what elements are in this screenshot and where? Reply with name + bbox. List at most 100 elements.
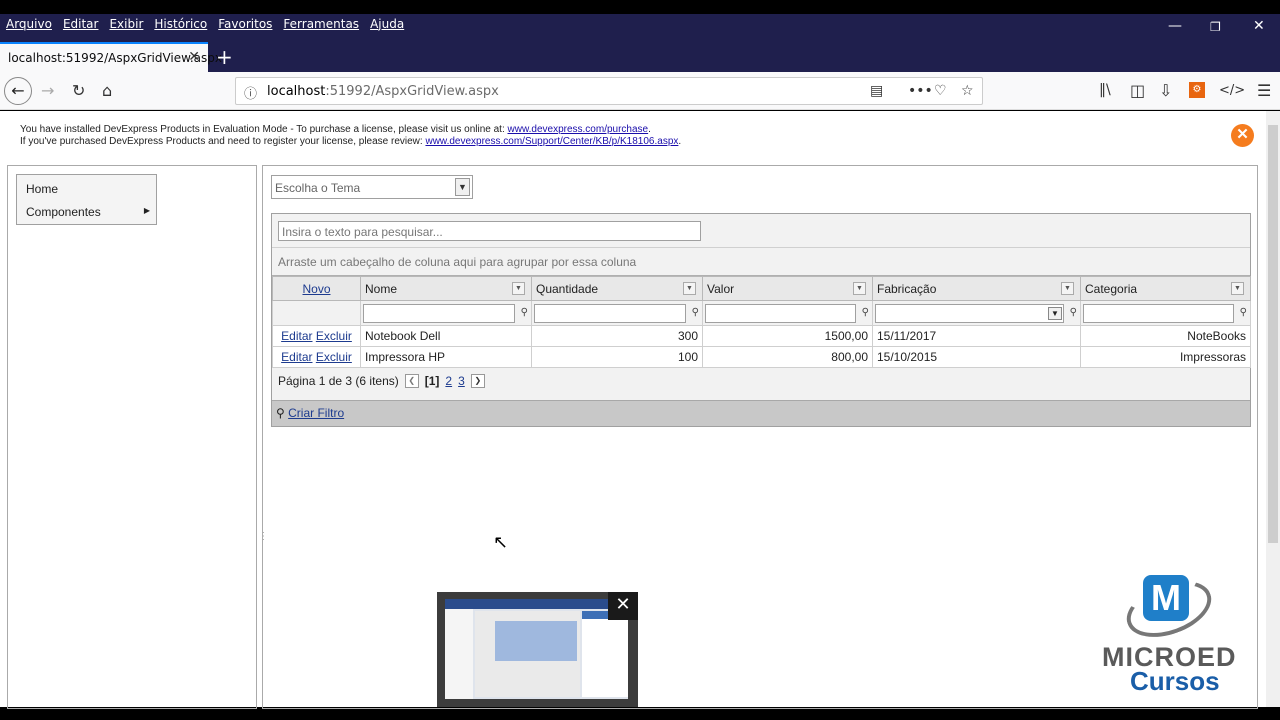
thumbnail-image [445,599,628,699]
cell-quantidade: 300 [531,325,703,347]
navigation-bar: ← → ↻ ⌂ ⓘ localhost:51992/AspxGridView.a… [0,72,1280,110]
reload-icon[interactable]: ↻ [72,81,85,100]
command-cell: Editar Excluir [272,325,361,347]
address-bar[interactable]: ⓘ localhost:51992/AspxGridView.aspx ▤ ••… [235,77,983,105]
browser-tab[interactable]: localhost:51992/AspxGridView.aspx ✕ [0,42,222,72]
vertical-scrollbar[interactable] [1266,111,1280,707]
preview-thumbnail[interactable]: ✕ [437,592,638,707]
menu-favoritos[interactable]: Favoritos [218,17,272,31]
header-filter-icon[interactable]: ▼ [683,282,696,295]
column-header-nome[interactable]: Nome ▼ [360,276,532,301]
delete-link[interactable]: Excluir [316,329,352,343]
downloads-icon[interactable]: ⇩ [1159,81,1172,100]
pager-summary: Página 1 de 3 (6 itens) [278,374,399,388]
command-cell: Editar Excluir [272,346,361,368]
edit-link[interactable]: Editar [281,350,312,364]
new-record-link[interactable]: Novo [302,282,330,296]
url-text: localhost:51992/AspxGridView.aspx [267,84,499,99]
column-header-categoria[interactable]: Categoria ▼ [1080,276,1251,301]
scrollbar-thumb[interactable] [1268,125,1278,543]
header-filter-icon[interactable]: ▼ [1061,282,1074,295]
filter-input-categoria[interactable] [1083,304,1234,323]
filter-icon[interactable]: ⚲ [862,307,869,318]
filter-cell: ⚲ [531,300,703,326]
menu-ferramentas[interactable]: Ferramentas [283,17,359,31]
support-link[interactable]: www.devexpress.com/Support/Center/KB/p/K… [425,136,678,147]
filter-cell: ⚲ [1080,300,1251,326]
header-filter-icon[interactable]: ▼ [512,282,525,295]
filter-icon[interactable]: ⚲ [1240,307,1247,318]
nav-menu: Home Componentes ▶ [16,174,157,225]
left-pane: Home Componentes ▶ [7,165,257,709]
column-label: Valor [707,281,735,296]
evaluation-notice: You have installed DevExpress Products i… [20,124,681,148]
page-actions-icon[interactable]: ••• [908,83,933,99]
filter-input-valor[interactable] [705,304,856,323]
prev-page-icon: ❮ [404,374,419,388]
bookmark-star-icon[interactable]: ☆ [961,83,974,99]
header-filter-icon[interactable]: ▼ [1231,282,1244,295]
close-tab-icon[interactable]: ✕ [188,49,200,65]
cell-quantidade: 100 [531,346,703,368]
logo-line2: Cursos [1130,666,1220,696]
column-header-valor[interactable]: Valor ▼ [702,276,873,301]
close-preview-icon[interactable]: ✕ [608,592,638,620]
library-icon[interactable]: ‖\ [1099,82,1111,98]
filter-date-fabricacao[interactable]: ▼ [875,304,1064,323]
page-link-3[interactable]: 3 [458,374,465,388]
home-icon[interactable]: ⌂ [102,81,112,100]
thumbnail-screenshot [445,599,628,699]
chevron-down-icon[interactable]: ▼ [1048,307,1062,320]
eval-line2-text: If you've purchased DevExpress Products … [20,136,426,147]
group-panel[interactable]: Arraste um cabeçalho de coluna aqui para… [272,247,1250,276]
menu-editar[interactable]: Editar [63,17,99,31]
grid-search-input[interactable]: Insira o texto para pesquisar... [278,221,701,241]
sidebar-icon[interactable]: ◫ [1130,81,1145,100]
eval-line1-end: . [648,124,651,135]
column-label: Nome [365,281,398,296]
menu-item-home[interactable]: Home [26,182,58,196]
table-row: Editar Excluir Impressora HP 100 800,00 … [272,346,1251,368]
notice-close-icon[interactable]: ✕ [1231,124,1254,147]
cell-categoria: Impressoras [1080,346,1251,368]
menu-item-componentes[interactable]: Componentes [26,205,101,219]
filter-input-quantidade[interactable] [534,304,686,323]
info-icon[interactable]: ⓘ [244,83,257,102]
menu-ajuda[interactable]: Ajuda [370,17,404,31]
filter-input-nome[interactable] [363,304,515,323]
next-page-icon[interactable]: ❯ [470,374,485,388]
create-filter-link[interactable]: Criar Filtro [288,406,344,420]
hamburger-menu-icon[interactable]: ☰ [1257,81,1271,100]
edit-link[interactable]: Editar [281,329,312,343]
filter-icon[interactable]: ⚲ [1070,307,1077,318]
column-header-fabricacao[interactable]: Fabricação ▼ [872,276,1081,301]
filter-builder-icon: ⚲ [276,406,285,420]
extension-icon[interactable]: ⚙ [1189,82,1205,98]
back-arrow-icon[interactable]: ← [4,77,32,105]
forward-arrow-icon[interactable]: → [41,81,54,100]
developer-tools-icon[interactable]: </> [1219,83,1245,98]
reader-view-icon[interactable]: ▤ [870,83,883,99]
close-window-icon[interactable]: ✕ [1253,18,1265,34]
menu-exibir[interactable]: Exibir [109,17,143,31]
filter-icon[interactable]: ⚲ [521,307,528,318]
chevron-down-icon[interactable]: ▼ [455,178,470,196]
purchase-link[interactable]: www.devexpress.com/purchase [508,124,649,135]
column-header-quantidade[interactable]: Quantidade ▼ [531,276,703,301]
header-filter-icon[interactable]: ▼ [853,282,866,295]
menu-historico[interactable]: Histórico [154,17,207,31]
pocket-icon[interactable]: ♡ [934,83,947,99]
filter-icon[interactable]: ⚲ [692,307,699,318]
grid-view: Insira o texto para pesquisar... Arraste… [271,213,1251,427]
minimize-icon[interactable]: — [1168,18,1182,34]
header-row: Novo Nome ▼ Quantidade ▼ Valor ▼ Fabricação… [272,276,1251,301]
logo-letter: M [1143,575,1189,621]
page-link-2[interactable]: 2 [445,374,452,388]
new-tab-icon[interactable]: + [216,45,233,69]
theme-combo[interactable]: Escolha o Tema ▼ [271,175,473,199]
menu-arquivo[interactable]: Arquivo [6,17,52,31]
filter-cell-empty [272,300,361,326]
restore-icon[interactable]: ❐ [1210,20,1221,34]
delete-link[interactable]: Excluir [316,350,352,364]
column-label: Fabricação [877,281,937,296]
